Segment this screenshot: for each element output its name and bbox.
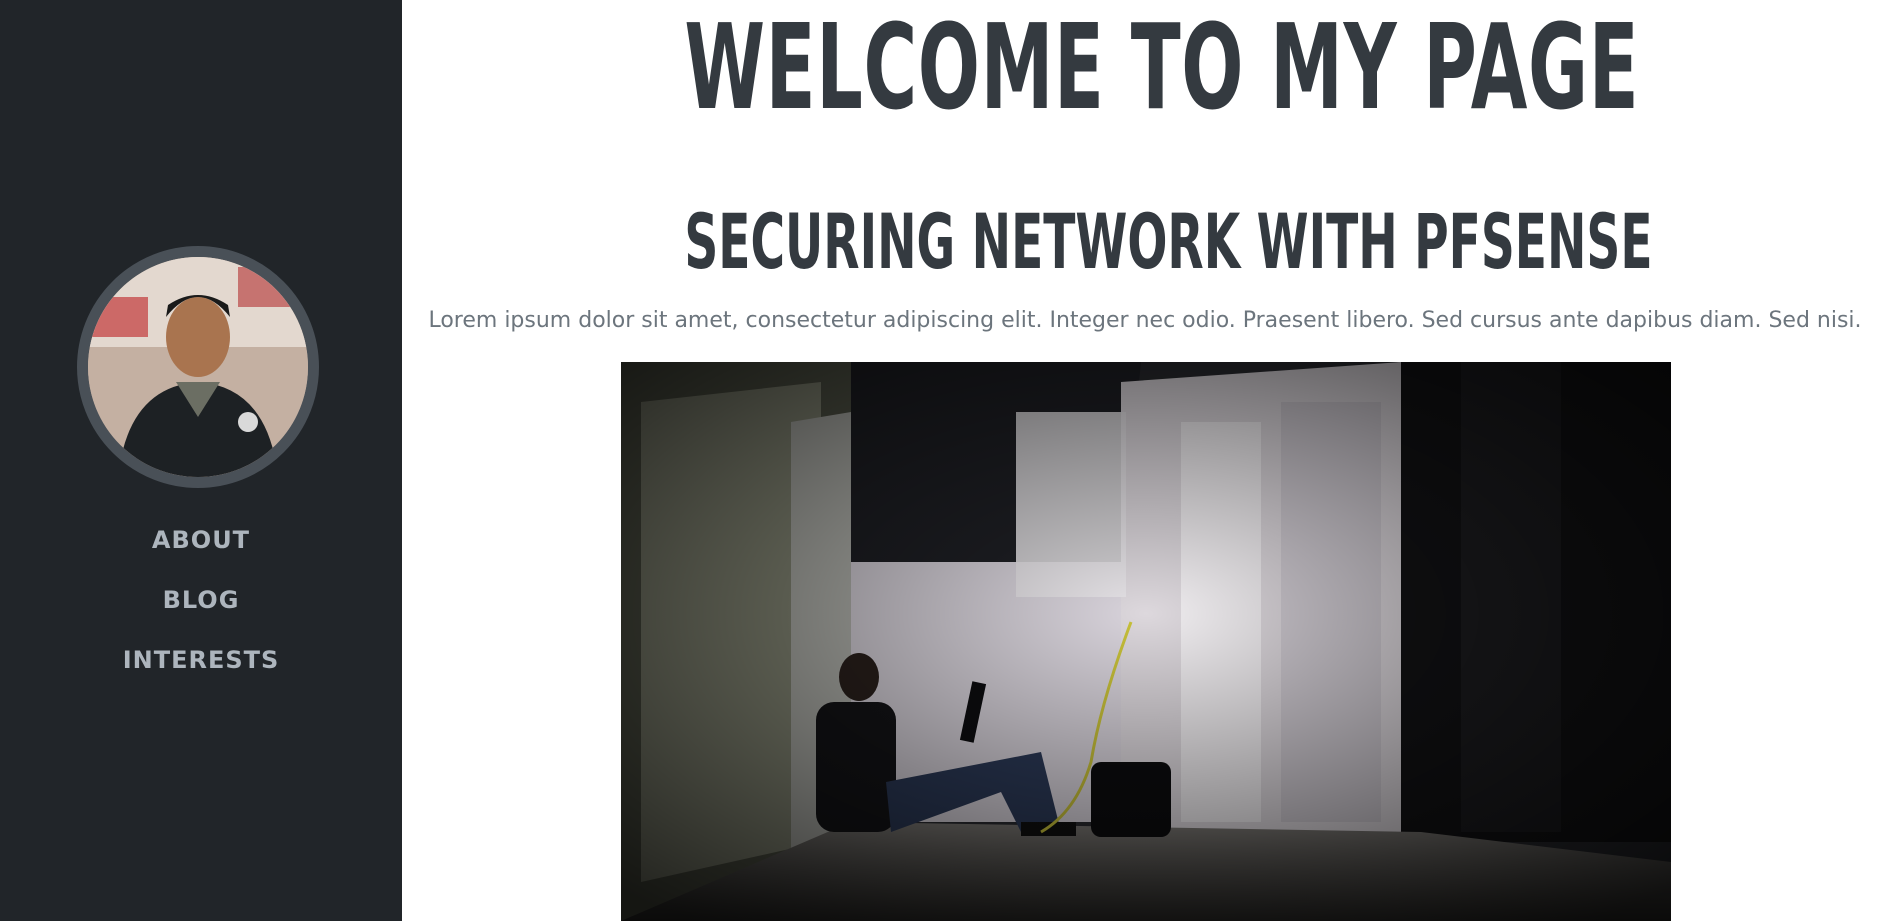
avatar-photo [88, 257, 308, 477]
post-title: SECURING NETWORK WITH PFSENSE [684, 197, 1653, 286]
main-content: WELCOME TO MY PAGE SECURING NETWORK WITH… [402, 0, 1888, 921]
server-room-photo [621, 362, 1671, 921]
nav-item-blog[interactable]: BLOG [0, 580, 402, 640]
nav-item-interests[interactable]: INTERESTS [0, 640, 402, 700]
post-image [621, 362, 1671, 921]
post-text: Lorem ipsum dolor sit amet, consectetur … [428, 308, 1862, 333]
sidebar: ABOUT BLOG INTERESTS [0, 0, 402, 921]
avatar [77, 246, 319, 488]
page: ABOUT BLOG INTERESTS WELCOME TO MY PAGE … [0, 0, 1888, 921]
sidebar-nav: ABOUT BLOG INTERESTS [0, 520, 402, 700]
page-title: WELCOME TO MY PAGE [684, 0, 1640, 136]
nav-item-about[interactable]: ABOUT [0, 520, 402, 580]
